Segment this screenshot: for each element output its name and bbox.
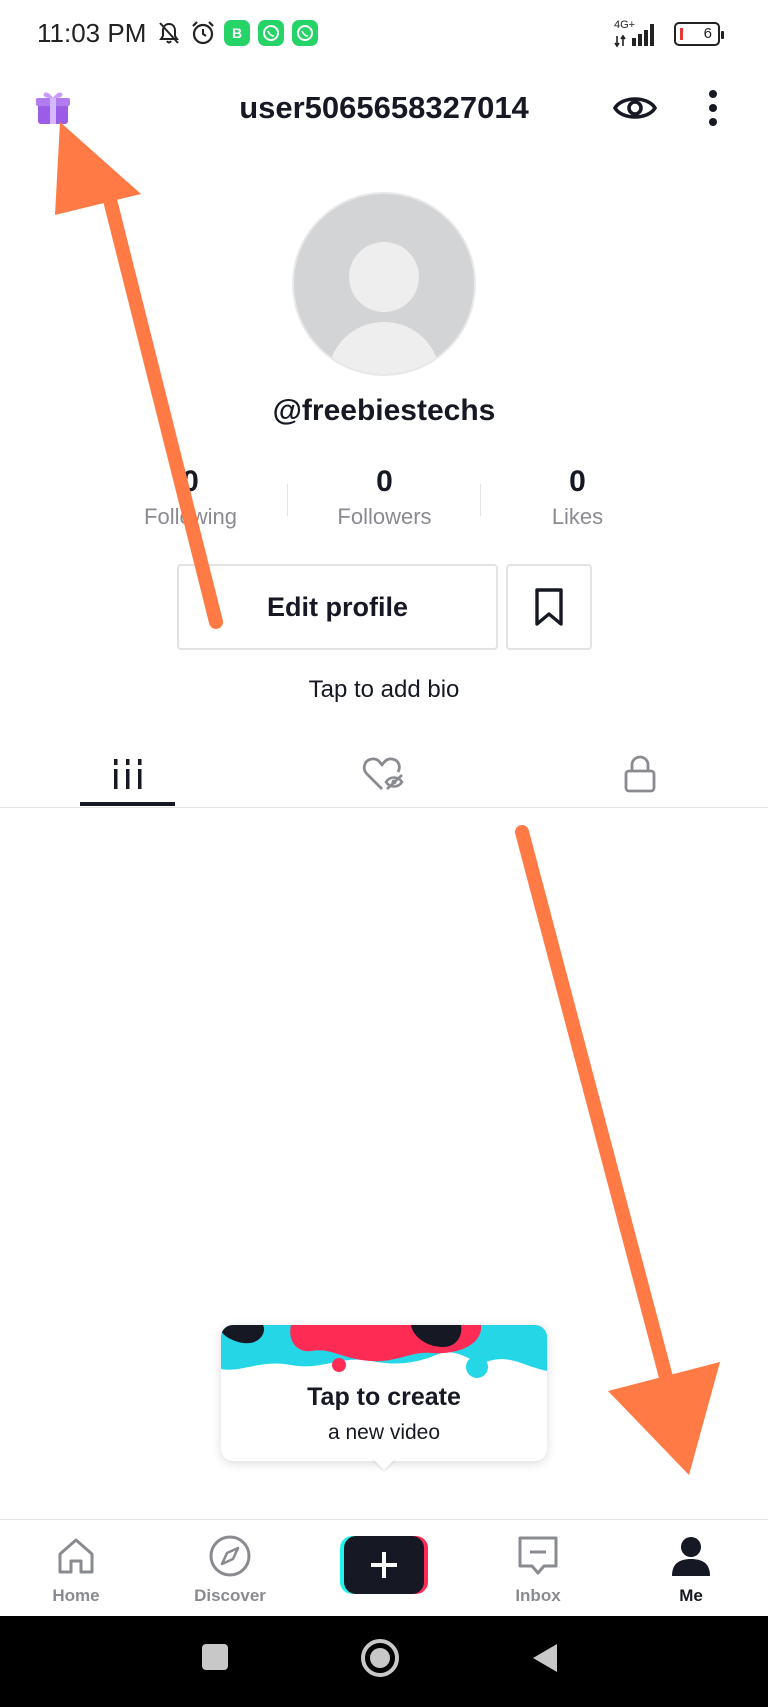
person-icon [672,1537,710,1576]
bio-placeholder[interactable]: Tap to add bio [0,676,768,704]
nav-discover[interactable]: Discover [170,1520,290,1617]
tab-liked[interactable] [256,740,512,808]
create-plus-icon[interactable] [340,1536,428,1594]
active-tab-indicator [80,802,175,806]
status-time: 11:03 PM [37,18,147,48]
battery-level: 6 [703,25,712,42]
nav-me-label: Me [679,1586,703,1605]
whatsapp-icon [292,20,318,46]
alarm-icon [192,21,214,45]
nav-home[interactable]: Home [16,1520,136,1617]
following-label: Following [144,504,237,529]
nav-me[interactable]: Me [631,1520,751,1617]
whatsapp-icon [258,20,284,46]
home-icon [58,1538,94,1574]
bookmark-button[interactable] [506,564,592,650]
annotation-arrow-down-icon [515,825,720,1475]
battery-icon: 6 [674,22,724,46]
nav-discover-label: Discover [194,1586,266,1605]
liked-hidden-icon [362,757,404,790]
signal-icon: 4G+ [614,20,664,48]
tooltip-title: Tap to create [307,1383,461,1411]
muted-bell-icon [159,22,179,44]
profile-handle: @freebiestechs [272,394,496,427]
stat-following[interactable]: 0 Following [94,464,287,530]
eye-icon[interactable] [612,88,658,128]
status-bar: 11:03 PM B 4G+ 6 [0,0,768,72]
recent-apps-icon[interactable] [200,1642,230,1672]
home-circle-icon[interactable] [360,1638,400,1678]
followers-label: Followers [337,504,432,529]
profile-header: user5065658327014 [0,72,768,144]
inbox-icon [518,1536,558,1575]
compass-icon [209,1535,251,1577]
followers-count: 0 [376,465,393,498]
back-triangle-icon[interactable] [530,1642,560,1674]
tooltip-pointer [372,1458,396,1470]
likes-label: Likes [551,504,604,529]
bookmark-icon [535,588,563,626]
tab-videos[interactable] [0,740,256,808]
tooltip-subtitle: a new video [327,1421,441,1444]
create-tooltip[interactable]: Tap to create a new video [221,1325,547,1461]
profile-stats: 0 Following 0 Followers 0 Likes [94,464,674,534]
stat-followers[interactable]: 0 Followers [288,464,481,530]
edit-profile-button[interactable]: Edit profile [177,564,498,650]
private-lock-icon [624,755,656,793]
status-notification-icons: B [156,20,318,46]
tab-private[interactable] [512,740,768,808]
whatsapp-business-icon: B [224,20,250,46]
avatar[interactable] [292,192,476,376]
profile-tabs [0,740,768,808]
more-vertical-icon[interactable] [700,86,726,130]
bottom-navigation: Home Discover Inbox Me [0,1519,768,1616]
stat-likes[interactable]: 0 Likes [481,464,674,530]
nav-inbox[interactable]: Inbox [478,1520,598,1617]
annotation-arrow-up-icon [55,122,223,629]
likes-count: 0 [569,465,586,498]
videos-grid-icon [114,759,142,789]
nav-home-label: Home [52,1586,100,1605]
nav-inbox-label: Inbox [515,1586,561,1605]
system-navigation-bar [0,1616,768,1707]
following-count: 0 [182,465,199,498]
